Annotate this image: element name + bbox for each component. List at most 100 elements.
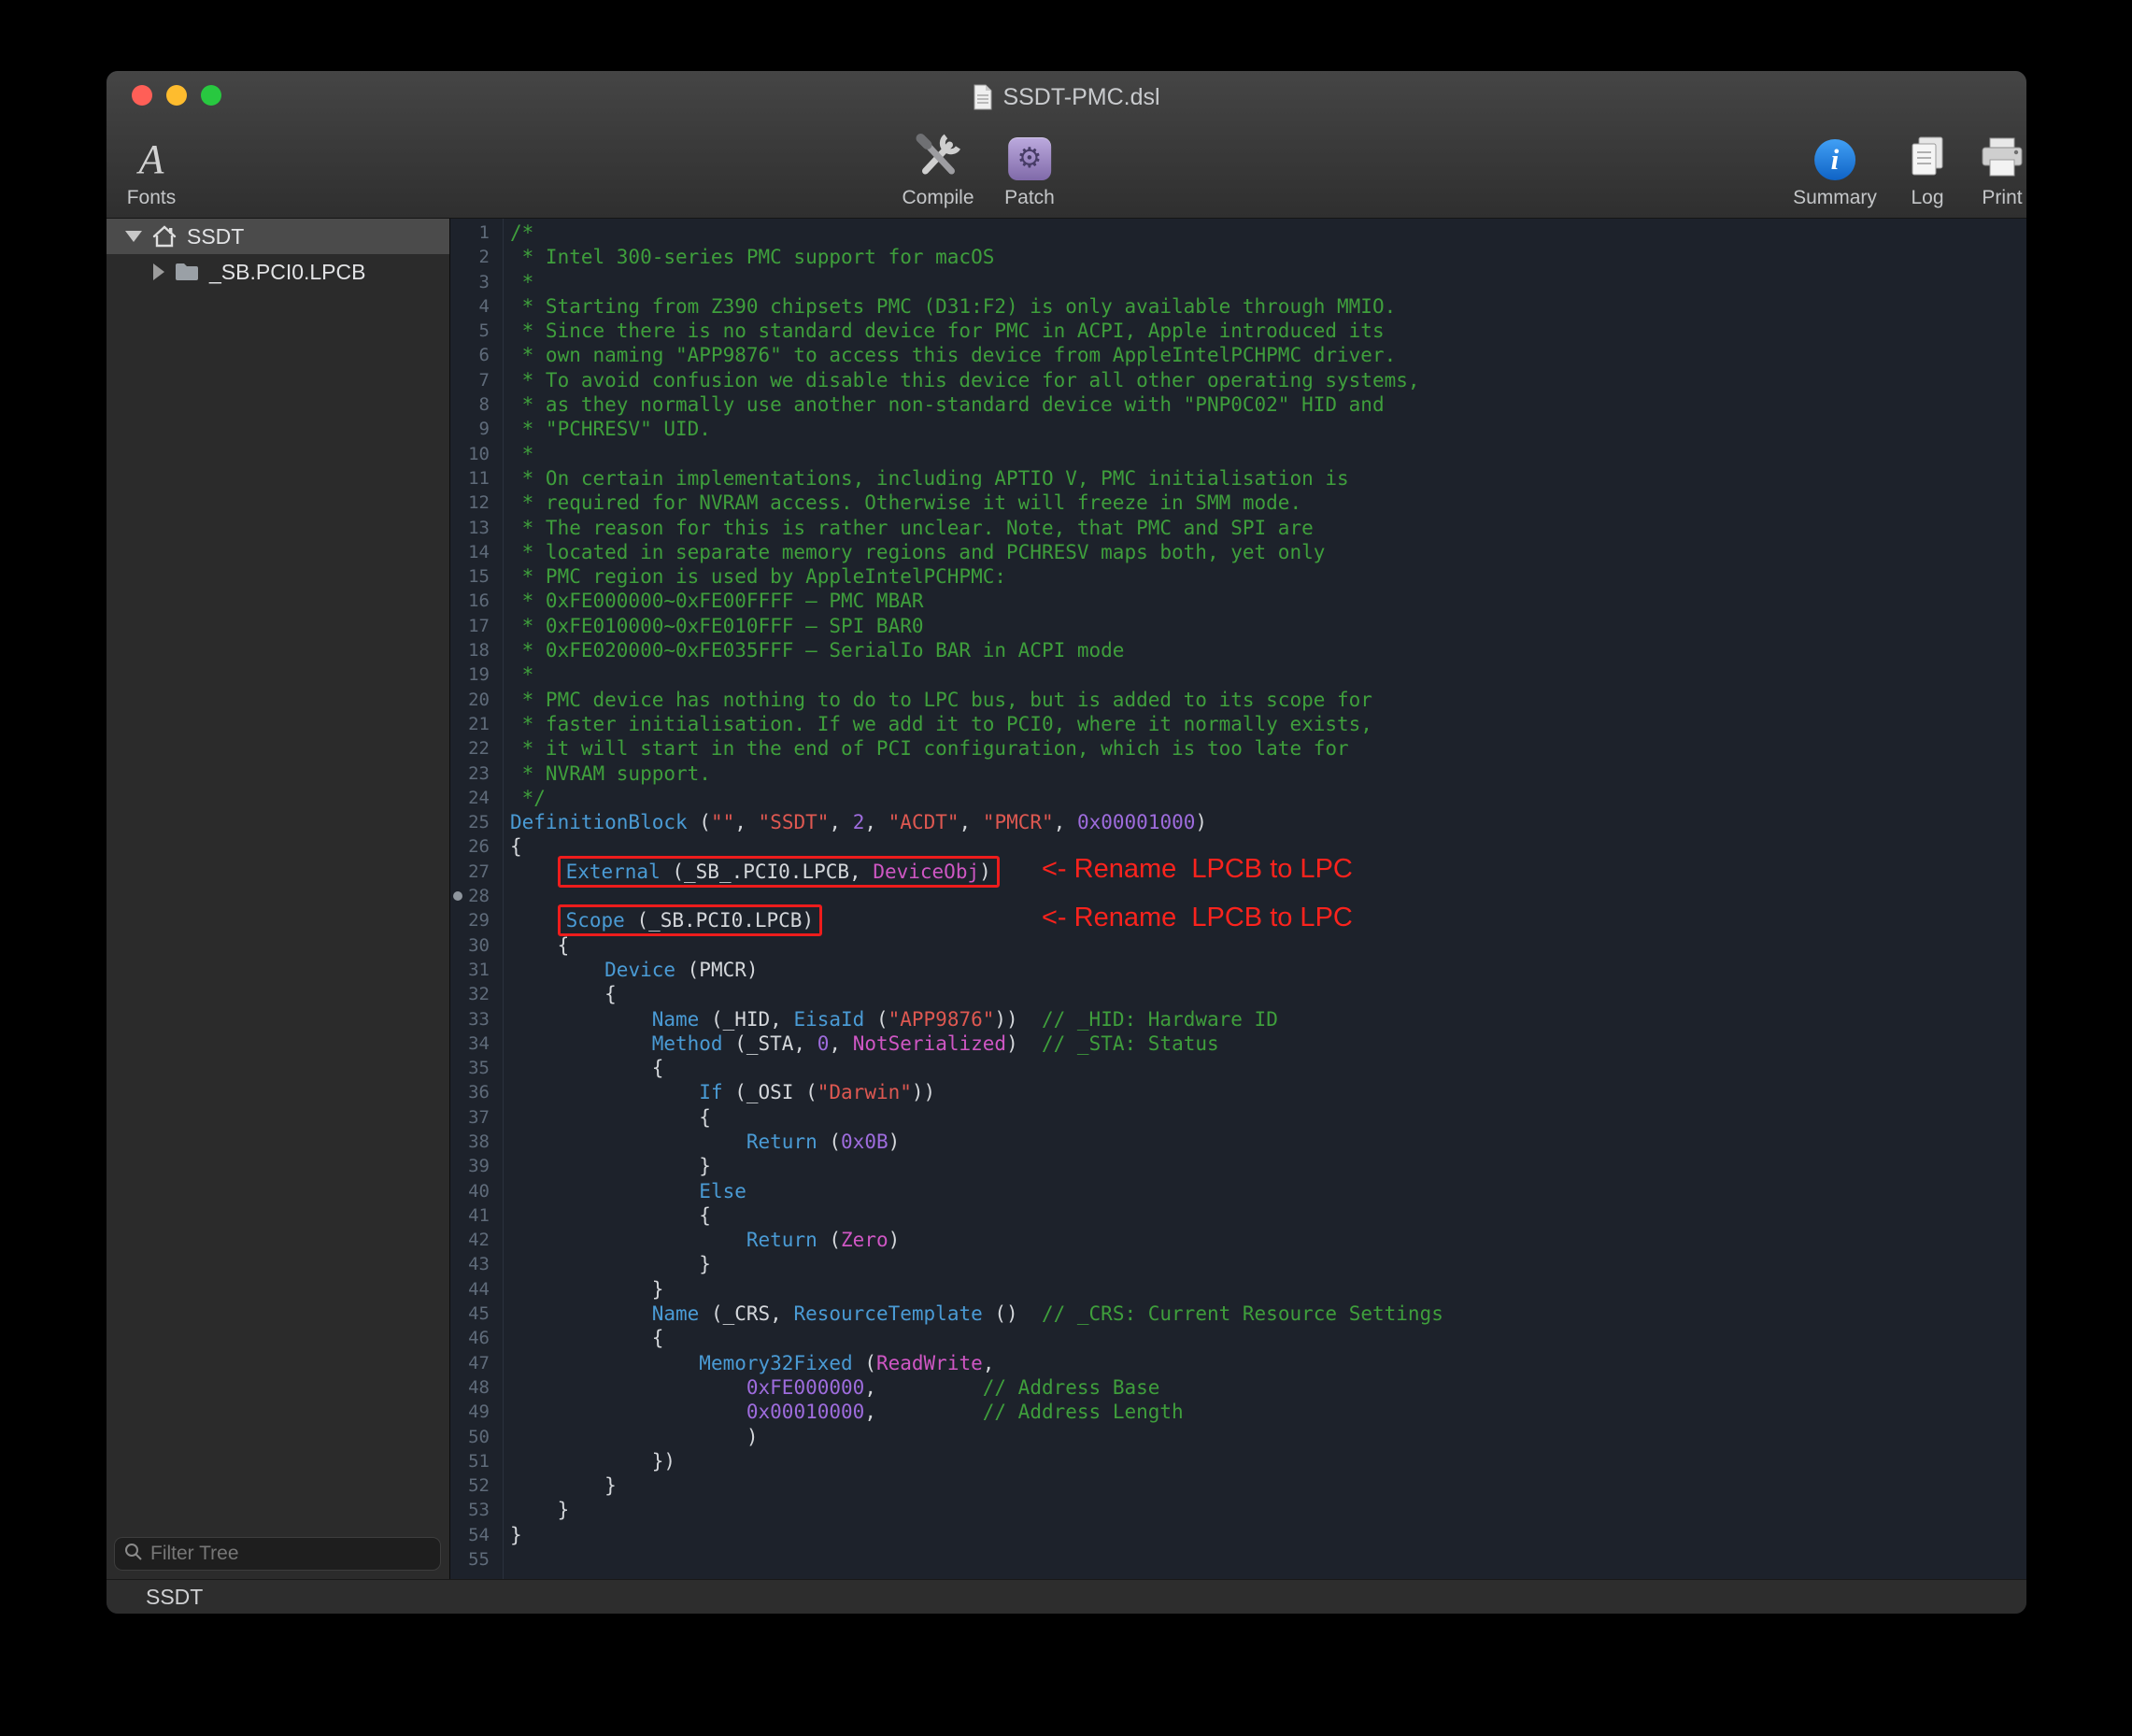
code-token: Return	[746, 1131, 817, 1153]
code-token	[510, 1401, 746, 1423]
code-line: 51 })	[450, 1449, 2026, 1473]
statusbar: SSDT	[107, 1579, 2026, 1614]
line-number: 42	[450, 1228, 503, 1252]
summary-button[interactable]: i Summary	[1793, 132, 1877, 209]
summary-label: Summary	[1793, 187, 1877, 209]
sidebar-item-label: SSDT	[187, 224, 244, 249]
disclosure-closed-icon[interactable]	[153, 263, 164, 280]
code-text: }	[503, 1473, 2026, 1498]
line-number: 38	[450, 1130, 503, 1154]
code-token: {	[510, 1057, 663, 1079]
line-number: 10	[450, 442, 503, 466]
code-token: ))	[912, 1081, 935, 1103]
code-token: {	[510, 934, 569, 957]
code-token: * NVRAM support.	[510, 762, 711, 785]
code-token	[510, 1131, 746, 1153]
patch-button[interactable]: ⚙ Patch	[1004, 132, 1055, 209]
code-text: Else	[503, 1179, 2026, 1203]
code-text: * The reason for this is rather unclear.…	[503, 516, 2026, 540]
code-line: 43 }	[450, 1252, 2026, 1276]
code-text: Device (PMCR)	[503, 958, 2026, 982]
code-token: ,	[864, 811, 888, 833]
code-line: 37 {	[450, 1105, 2026, 1130]
compile-button[interactable]: Compile	[902, 132, 974, 209]
code-token: 0x00001000	[1077, 811, 1195, 833]
window-header: SSDT-PMC.dsl A Fonts Compile	[107, 71, 2026, 219]
code-token: * Starting from Z390 chipsets PMC (D31:F…	[510, 295, 1396, 318]
line-number: 50	[450, 1425, 503, 1449]
disclosure-open-icon[interactable]	[125, 231, 142, 242]
code-text: * PMC device has nothing to do to LPC bu…	[503, 688, 2026, 712]
titlebar[interactable]: SSDT-PMC.dsl	[107, 71, 2026, 120]
code-line: 19 *	[450, 662, 2026, 687]
code-line: 7 * To avoid confusion we disable this d…	[450, 368, 2026, 392]
code-line: 10 *	[450, 442, 2026, 466]
code-line: 44 }	[450, 1277, 2026, 1302]
code-token: })	[510, 1450, 675, 1473]
code-token: 2	[853, 811, 865, 833]
sidebar-item-ssdt[interactable]: SSDT	[107, 219, 449, 254]
code-token: * On certain implementations, including …	[510, 467, 1349, 490]
patch-label: Patch	[1004, 187, 1055, 209]
line-number: 24	[450, 786, 503, 810]
maciasl-window: SSDT-PMC.dsl A Fonts Compile	[106, 70, 2027, 1615]
code-token: ))	[994, 1008, 1042, 1031]
code-text: Memory32Fixed (ReadWrite,	[503, 1351, 2026, 1375]
code-token: (	[864, 1008, 888, 1031]
code-token: * located in separate memory regions and…	[510, 541, 1325, 563]
code-text: {	[503, 1056, 2026, 1080]
print-icon	[1978, 132, 2026, 180]
code-text: }	[503, 1252, 2026, 1276]
code-text: {	[503, 982, 2026, 1006]
code-text: DefinitionBlock ("", "SSDT", 2, "ACDT", …	[503, 810, 2026, 834]
code-token: *	[510, 443, 533, 465]
code-line: 33 Name (_HID, EisaId ("APP9876")) // _H…	[450, 1007, 2026, 1032]
code-text: * NVRAM support.	[503, 761, 2026, 786]
code-token: // Address Length	[983, 1401, 1184, 1423]
print-label: Print	[1982, 187, 2022, 209]
code-line: 18 * 0xFE020000~0xFE035FFF – SerialIo BA…	[450, 638, 2026, 662]
code-text: )	[503, 1425, 2026, 1449]
folder-icon	[174, 262, 200, 282]
code-token: * as they normally use another non-stand…	[510, 393, 1385, 416]
code-text: {	[503, 1203, 2026, 1228]
line-number: 31	[450, 958, 503, 982]
code-editor[interactable]: 1/*2 * Intel 300-series PMC support for …	[450, 219, 2026, 1579]
code-text: * located in separate memory regions and…	[503, 540, 2026, 564]
code-token: {	[510, 1106, 711, 1129]
code-token: ,	[829, 811, 852, 833]
code-token: DefinitionBlock	[510, 811, 688, 833]
rename-highlight-box: External (_SB_.PCI0.LPCB, DeviceObj)	[558, 856, 1000, 888]
sidebar-item-sb-pci0-lpcb[interactable]: _SB.PCI0.LPCB	[107, 254, 449, 290]
title-area: SSDT-PMC.dsl	[107, 71, 2026, 123]
code-line: 52 }	[450, 1473, 2026, 1498]
line-number: 2	[450, 245, 503, 269]
code-text: * 0xFE000000~0xFE00FFFF – PMC MBAR	[503, 589, 2026, 613]
code-token: ReadWrite	[876, 1352, 983, 1374]
filter-tree-field	[114, 1537, 441, 1571]
code-token: 0xFE000000	[746, 1376, 864, 1399]
code-line: 25DefinitionBlock ("", "SSDT", 2, "ACDT"…	[450, 810, 2026, 834]
compile-label: Compile	[902, 187, 974, 209]
line-number: 4	[450, 294, 503, 319]
code-token: )	[1195, 811, 1207, 833]
code-text: * Starting from Z390 chipsets PMC (D31:F…	[503, 294, 2026, 319]
line-number: 5	[450, 319, 503, 343]
code-line: 48 0xFE000000, // Address Base	[450, 1375, 2026, 1400]
code-text: * On certain implementations, including …	[503, 466, 2026, 491]
code-token: (_SB_.PCI0.LPCB,	[661, 861, 874, 883]
content-area: SSDT _SB.PCI0.LPCB	[107, 219, 2026, 1579]
code-text: }	[503, 1523, 2026, 1547]
print-button[interactable]: Print	[1978, 132, 2026, 209]
sidebar-item-label: _SB.PCI0.LPCB	[209, 260, 365, 285]
code-text: * To avoid confusion we disable this dev…	[503, 368, 2026, 392]
code-token: * To avoid confusion we disable this dev…	[510, 369, 1420, 391]
filter-tree-input[interactable]	[150, 1543, 431, 1565]
code-token: 0x00010000	[746, 1401, 864, 1423]
log-button[interactable]: Log	[1905, 132, 1950, 209]
fonts-button[interactable]: A Fonts	[127, 132, 177, 209]
code-token: Zero	[841, 1229, 888, 1251]
code-token: {	[510, 1327, 663, 1349]
code-token	[510, 1352, 699, 1374]
code-text: */	[503, 786, 2026, 810]
